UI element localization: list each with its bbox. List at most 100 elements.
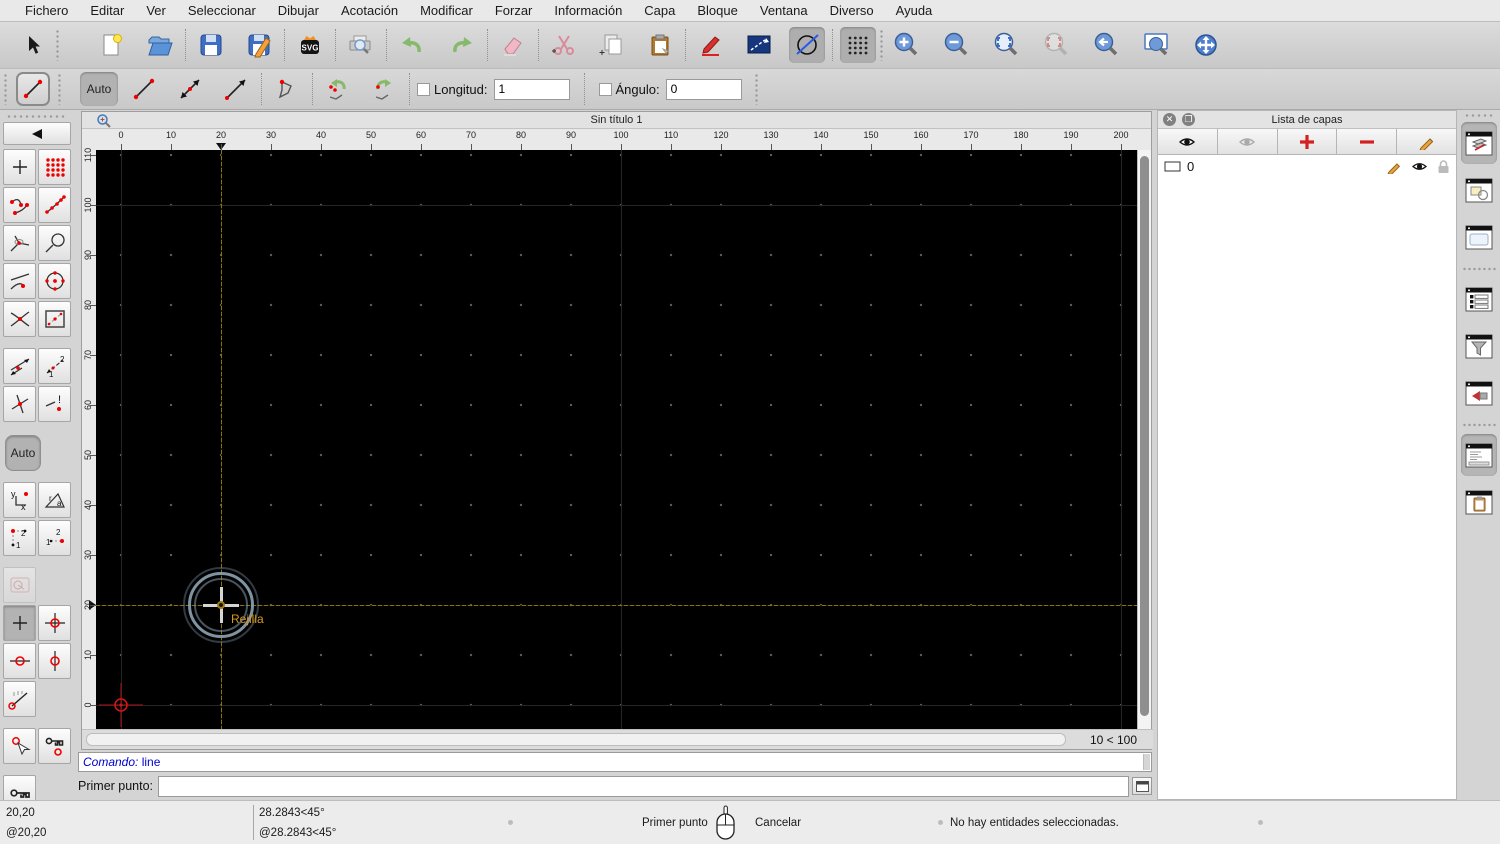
snap-endpoints-button[interactable] xyxy=(3,187,36,223)
library-browser-toggle[interactable] xyxy=(1461,216,1497,258)
zoom-auto-button[interactable] xyxy=(988,27,1024,63)
coordinate-polar-button[interactable]: ra xyxy=(38,482,71,518)
filter-toggle[interactable] xyxy=(1461,325,1497,367)
draw-pencil-button[interactable] xyxy=(693,27,729,63)
snap-on-entity-button[interactable] xyxy=(38,187,71,223)
hide-all-layers-button[interactable] xyxy=(1217,129,1278,154)
command-detach-button[interactable] xyxy=(1132,777,1152,795)
snap-center-button[interactable] xyxy=(38,263,71,299)
print-preview-button[interactable] xyxy=(343,27,379,63)
float-panel-icon[interactable]: ❐ xyxy=(1182,113,1195,126)
remove-layer-button[interactable] xyxy=(1337,129,1398,154)
zoom-window-button[interactable] xyxy=(1138,27,1174,63)
undo-button[interactable] xyxy=(394,27,430,63)
drawing-window-titlebar[interactable]: Sin título 1 xyxy=(82,112,1151,129)
zoom-previous-button[interactable] xyxy=(1088,27,1124,63)
lock-relative-zero-button[interactable] xyxy=(3,728,36,764)
snap-grid-button[interactable] xyxy=(38,149,71,185)
length-input[interactable] xyxy=(493,78,570,100)
snap-free-button[interactable] xyxy=(3,149,36,185)
line-both-directions-button[interactable] xyxy=(172,71,208,107)
length-checkbox[interactable] xyxy=(417,82,430,96)
horizontal-scrollbar[interactable]: 10 < 100 xyxy=(82,729,1153,766)
zoom-in-button[interactable] xyxy=(888,27,924,63)
open-file-button[interactable] xyxy=(142,27,178,63)
menu-item-forzar[interactable]: Forzar xyxy=(484,0,544,22)
set-relative-zero-button[interactable] xyxy=(3,605,36,641)
coordinate-cartesian-button[interactable]: yx xyxy=(3,482,36,518)
paste-button[interactable] xyxy=(642,27,678,63)
polyline-button[interactable] xyxy=(269,71,305,107)
restrict-orthogonal-button[interactable] xyxy=(38,301,71,337)
snap-angles-button[interactable] xyxy=(3,225,36,261)
export-svg-button[interactable]: SVG xyxy=(292,27,328,63)
layer-visible-eye-icon[interactable] xyxy=(1411,160,1428,173)
command-history-scrollbar[interactable] xyxy=(1143,754,1150,770)
grid-toggle-button[interactable] xyxy=(840,27,876,63)
announce-toggle[interactable] xyxy=(1461,372,1497,414)
snap-nearest-button[interactable] xyxy=(3,263,36,299)
drawing-canvas[interactable]: Rejilla xyxy=(96,150,1139,730)
restrict-horizontal-snap-button[interactable] xyxy=(3,643,36,679)
angle-input[interactable] xyxy=(665,78,742,100)
layer-lock-icon[interactable] xyxy=(1437,159,1450,174)
close-panel-icon[interactable]: ✕ xyxy=(1163,113,1176,126)
layer-edit-pencil-icon[interactable] xyxy=(1387,159,1402,174)
line-auto-mode-button[interactable]: Auto xyxy=(80,72,118,106)
menu-item-ayuda[interactable]: Ayuda xyxy=(885,0,944,22)
zoom-out-button[interactable] xyxy=(938,27,974,63)
snap-middle-button[interactable] xyxy=(3,386,36,422)
menu-item-bloque[interactable]: Bloque xyxy=(686,0,748,22)
angle-gauge-button[interactable] xyxy=(3,681,36,717)
clipboard-panel-toggle[interactable] xyxy=(1461,481,1497,523)
relative-corner-button[interactable]: 12 xyxy=(3,520,36,556)
menu-item-fichero[interactable]: Fichero xyxy=(14,0,79,22)
menu-item-diverso[interactable]: Diverso xyxy=(819,0,885,22)
menu-item-acotación[interactable]: Acotación xyxy=(330,0,409,22)
menu-item-editar[interactable]: Editar xyxy=(79,0,135,22)
edit-layer-button[interactable] xyxy=(1397,129,1456,154)
current-tool-line-button[interactable] xyxy=(16,72,50,106)
polyline-undo-button[interactable] xyxy=(320,71,356,107)
show-all-layers-button[interactable] xyxy=(1158,129,1218,154)
save-as-button[interactable] xyxy=(241,27,277,63)
key-snap-button[interactable] xyxy=(38,728,71,764)
selection-window-button[interactable] xyxy=(741,27,777,63)
block-list-toggle[interactable] xyxy=(1461,169,1497,211)
zoom-pan-button[interactable] xyxy=(1188,27,1224,63)
menu-item-dibujar[interactable]: Dibujar xyxy=(267,0,330,22)
copy-button[interactable] xyxy=(594,27,630,63)
snap-relative-zero-button[interactable] xyxy=(38,605,71,641)
snap-intersection-button[interactable] xyxy=(3,301,36,337)
vertical-scrollbar-thumb[interactable] xyxy=(1140,156,1149,716)
layer-list-toggle[interactable] xyxy=(1460,122,1497,164)
draft-mode-button[interactable] xyxy=(789,27,825,63)
layer-row[interactable]: 0 xyxy=(1158,155,1456,177)
menu-item-ventana[interactable]: Ventana xyxy=(749,0,819,22)
menu-item-ver[interactable]: Ver xyxy=(135,0,177,22)
vertical-scrollbar[interactable] xyxy=(1137,150,1151,730)
redo-button[interactable] xyxy=(444,27,480,63)
command-input[interactable] xyxy=(158,775,1129,797)
cut-button[interactable] xyxy=(546,27,582,63)
snap-auto-button[interactable]: Auto xyxy=(5,435,41,471)
back-button[interactable] xyxy=(3,122,71,145)
delete-button[interactable] xyxy=(495,27,531,63)
select-pointer-button[interactable] xyxy=(16,27,52,63)
relative-horizontal-button[interactable]: 12 xyxy=(38,520,71,556)
command-widget-toggle[interactable] xyxy=(1460,434,1497,476)
snap-entity-select-button[interactable] xyxy=(38,225,71,261)
sidebar-drag-handle[interactable] xyxy=(6,114,66,119)
restrict-vertical-snap-button[interactable] xyxy=(38,643,71,679)
entity-list-toggle[interactable] xyxy=(1461,278,1497,320)
new-document-button[interactable] xyxy=(94,27,130,63)
menu-item-modificar[interactable]: Modificar xyxy=(409,0,484,22)
angle-checkbox[interactable] xyxy=(598,82,612,96)
snap-distance-button[interactable]: 12 xyxy=(38,348,71,384)
save-button[interactable] xyxy=(193,27,229,63)
line-two-points-button[interactable] xyxy=(126,71,162,107)
polyline-redo-button[interactable] xyxy=(366,71,402,107)
dockbar-drag-handle[interactable] xyxy=(1463,113,1494,118)
add-layer-button[interactable] xyxy=(1277,129,1338,154)
zoom-selected-button[interactable] xyxy=(1038,27,1074,63)
